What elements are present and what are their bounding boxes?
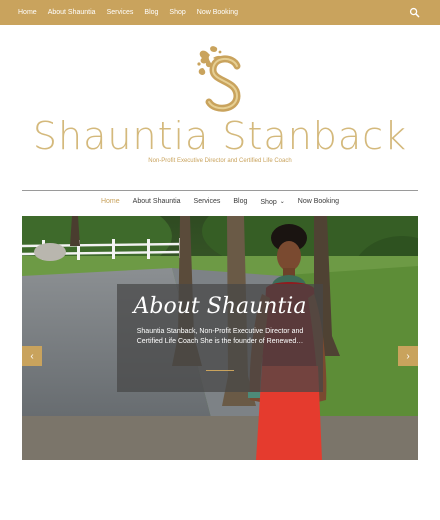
nav-divider — [22, 190, 418, 191]
chevron-right-icon: › — [406, 350, 410, 362]
chevron-down-icon: ⌄ — [279, 199, 285, 205]
top-nav-blog[interactable]: Blog — [144, 9, 158, 16]
main-nav-shop-label: Shop — [260, 199, 277, 206]
slider-prev-button[interactable]: ‹ — [22, 346, 42, 366]
top-nav-about[interactable]: About Shauntia — [48, 9, 96, 16]
top-nav-services[interactable]: Services — [107, 9, 134, 16]
hero-slider[interactable]: About Shauntia Shauntia Stanback, Non-Pr… — [22, 216, 418, 460]
main-nav-home[interactable]: Home — [101, 198, 120, 206]
logo-icon[interactable] — [193, 44, 249, 118]
top-bar: Home About Shauntia Services Blog Shop N… — [0, 0, 440, 25]
site-title[interactable]: Shauntia Stanback — [0, 114, 440, 158]
hero-caption-box: About Shauntia Shauntia Stanback, Non-Pr… — [117, 284, 323, 392]
main-nav-now-booking[interactable]: Now Booking — [298, 198, 339, 206]
slider-next-button[interactable]: › — [398, 346, 418, 366]
main-nav-about[interactable]: About Shauntia — [133, 198, 181, 206]
top-nav-shop[interactable]: Shop — [169, 9, 185, 16]
top-nav-home[interactable]: Home — [18, 9, 37, 16]
top-nav: Home About Shauntia Services Blog Shop N… — [18, 0, 238, 25]
search-icon[interactable] — [409, 7, 420, 18]
main-nav-services[interactable]: Services — [194, 198, 221, 206]
main-nav-blog[interactable]: Blog — [233, 198, 247, 206]
main-nav-shop[interactable]: Shop ⌄ — [260, 198, 284, 206]
hero-divider — [206, 370, 234, 371]
main-nav: Home About Shauntia Services Blog Shop ⌄ … — [0, 198, 440, 206]
site-tagline: Non-Profit Executive Director and Certif… — [148, 158, 292, 164]
hero-title[interactable]: About Shauntia — [117, 294, 323, 319]
chevron-left-icon: ‹ — [30, 350, 34, 362]
top-nav-now-booking[interactable]: Now Booking — [197, 9, 238, 16]
hero-text: Shauntia Stanback, Non-Profit Executive … — [136, 328, 304, 345]
